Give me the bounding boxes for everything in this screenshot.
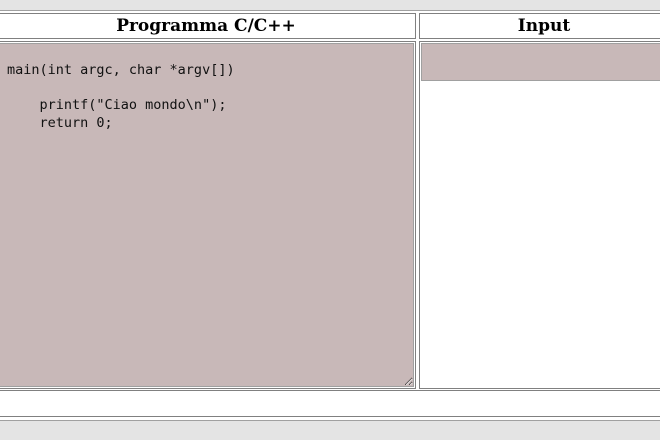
input-header: Input (419, 13, 660, 39)
program-title: Programma C/C++ (116, 16, 296, 36)
input-title: Input (517, 16, 571, 36)
input-field[interactable] (421, 43, 660, 81)
code-editor[interactable] (0, 43, 414, 387)
layout-table: Programma C/C++ Input (0, 10, 660, 421)
program-header: Programma C/C++ (0, 13, 416, 39)
input-cell (419, 41, 660, 389)
output-row (0, 390, 660, 417)
program-cell (0, 41, 416, 389)
